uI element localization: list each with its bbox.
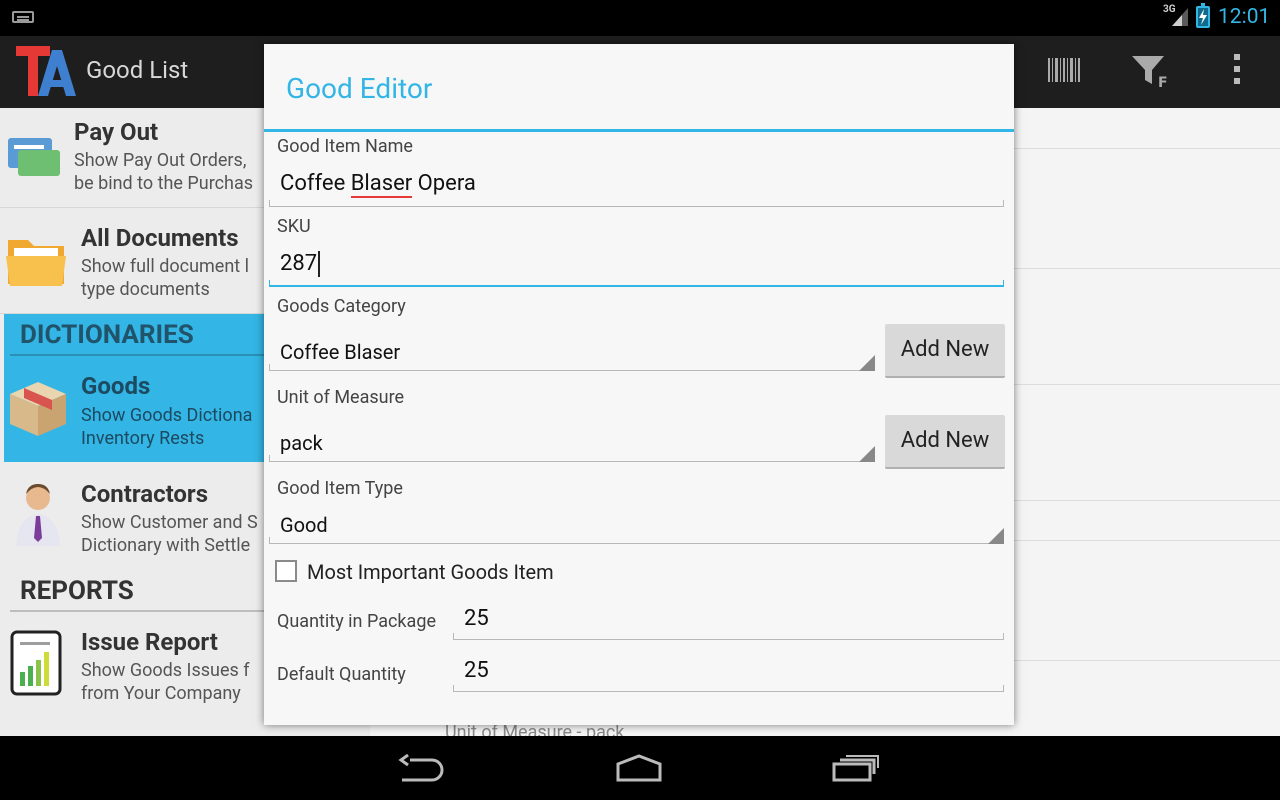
spinner-arrow-icon — [988, 528, 1004, 544]
spinner-arrow-icon — [859, 446, 875, 462]
nav-desc: Dictionary with Settle — [81, 535, 251, 556]
folder-icon — [6, 240, 66, 286]
unit-of-measure-spinner[interactable]: pack — [269, 431, 323, 455]
section-divider — [10, 610, 270, 612]
good-item-type-spinner[interactable]: Good — [269, 513, 328, 537]
goods-category-underline — [269, 364, 875, 371]
svg-text:F: F — [1158, 75, 1168, 88]
app-logo-icon[interactable] — [14, 42, 78, 100]
unit-of-measure-underline — [269, 455, 875, 462]
quantity-in-package-label: Quantity in Package — [277, 611, 436, 632]
quantity-in-package-underline — [453, 633, 1004, 640]
nav-desc: from Your Company — [81, 683, 241, 704]
name-text: Coffee — [280, 171, 351, 196]
nav-desc: be bind to the Purchas — [74, 173, 254, 194]
nav-desc: Show Goods Issues f — [81, 660, 250, 681]
section-header-dictionaries: DICTIONARIES — [20, 320, 194, 350]
nav-desc: Inventory Rests — [81, 428, 205, 449]
default-quantity-input[interactable]: 25 — [453, 658, 489, 683]
nav-title: Contractors — [81, 480, 209, 508]
filter-icon[interactable]: F — [1132, 54, 1170, 88]
name-text-misspelled: Blaser — [350, 171, 413, 198]
recent-apps-icon[interactable] — [832, 754, 880, 782]
nav-desc: Show Goods Dictiona — [81, 405, 253, 426]
app-title: Good List — [86, 56, 189, 84]
add-new-unit-button[interactable]: Add New — [885, 415, 1005, 469]
spinner-arrow-icon — [859, 355, 875, 371]
dialog-title-divider — [264, 129, 1014, 132]
good-editor-dialog: Good Editor Good Item Name Coffee Blaser… — [264, 44, 1014, 725]
nav-title: Issue Report — [81, 628, 218, 656]
section-divider — [10, 354, 270, 356]
sku-input[interactable]: 287 — [269, 251, 321, 278]
good-item-type-underline — [269, 537, 1004, 544]
barcode-icon[interactable] — [1048, 56, 1082, 84]
system-navigation-bar — [0, 736, 1280, 800]
default-quantity-label: Default Quantity — [277, 664, 406, 685]
signal-icon — [1172, 8, 1188, 26]
status-bar: 3G 12:01 — [0, 0, 1280, 36]
box-icon — [10, 382, 66, 436]
unit-of-measure-label: Unit of Measure — [277, 387, 405, 408]
nav-title: Goods — [81, 372, 151, 400]
clock: 12:01 — [1218, 5, 1271, 29]
add-new-category-button[interactable]: Add New — [885, 324, 1005, 378]
text-cursor — [318, 251, 321, 278]
battery-icon — [1196, 3, 1210, 28]
nav-title: All Documents — [81, 224, 239, 252]
back-icon[interactable] — [398, 754, 446, 784]
sku-underline — [269, 280, 1004, 287]
sku-text: 287 — [280, 251, 318, 276]
good-item-type-label: Good Item Type — [277, 478, 403, 499]
nav-desc: Show Pay Out Orders, — [74, 150, 247, 171]
nav-desc: type documents — [81, 279, 210, 300]
nav-desc: Show Customer and S — [81, 512, 258, 533]
good-item-name-underline — [269, 200, 1004, 207]
overflow-menu-icon[interactable] — [1232, 54, 1242, 88]
name-text: Opera — [412, 171, 476, 196]
nav-title: Pay Out — [74, 118, 159, 146]
person-icon — [16, 484, 60, 546]
sku-label: SKU — [277, 216, 311, 237]
nav-desc: Show full document l — [81, 256, 250, 277]
section-header-reports: REPORTS — [20, 576, 134, 606]
keyboard-icon — [12, 11, 34, 23]
goods-category-label: Goods Category — [277, 296, 406, 317]
quantity-in-package-input[interactable]: 25 — [453, 606, 489, 631]
pay-out-icon — [8, 138, 60, 176]
dialog-title: Good Editor — [286, 72, 433, 105]
good-item-name-input[interactable]: Coffee Blaser Opera — [269, 171, 476, 198]
report-chart-icon — [10, 630, 62, 696]
home-icon[interactable] — [614, 754, 664, 782]
most-important-checkbox[interactable] — [275, 560, 297, 582]
most-important-label[interactable]: Most Important Goods Item — [307, 560, 554, 584]
default-quantity-underline — [453, 685, 1004, 692]
goods-category-spinner[interactable]: Coffee Blaser — [269, 340, 400, 364]
good-item-name-label: Good Item Name — [277, 136, 413, 157]
